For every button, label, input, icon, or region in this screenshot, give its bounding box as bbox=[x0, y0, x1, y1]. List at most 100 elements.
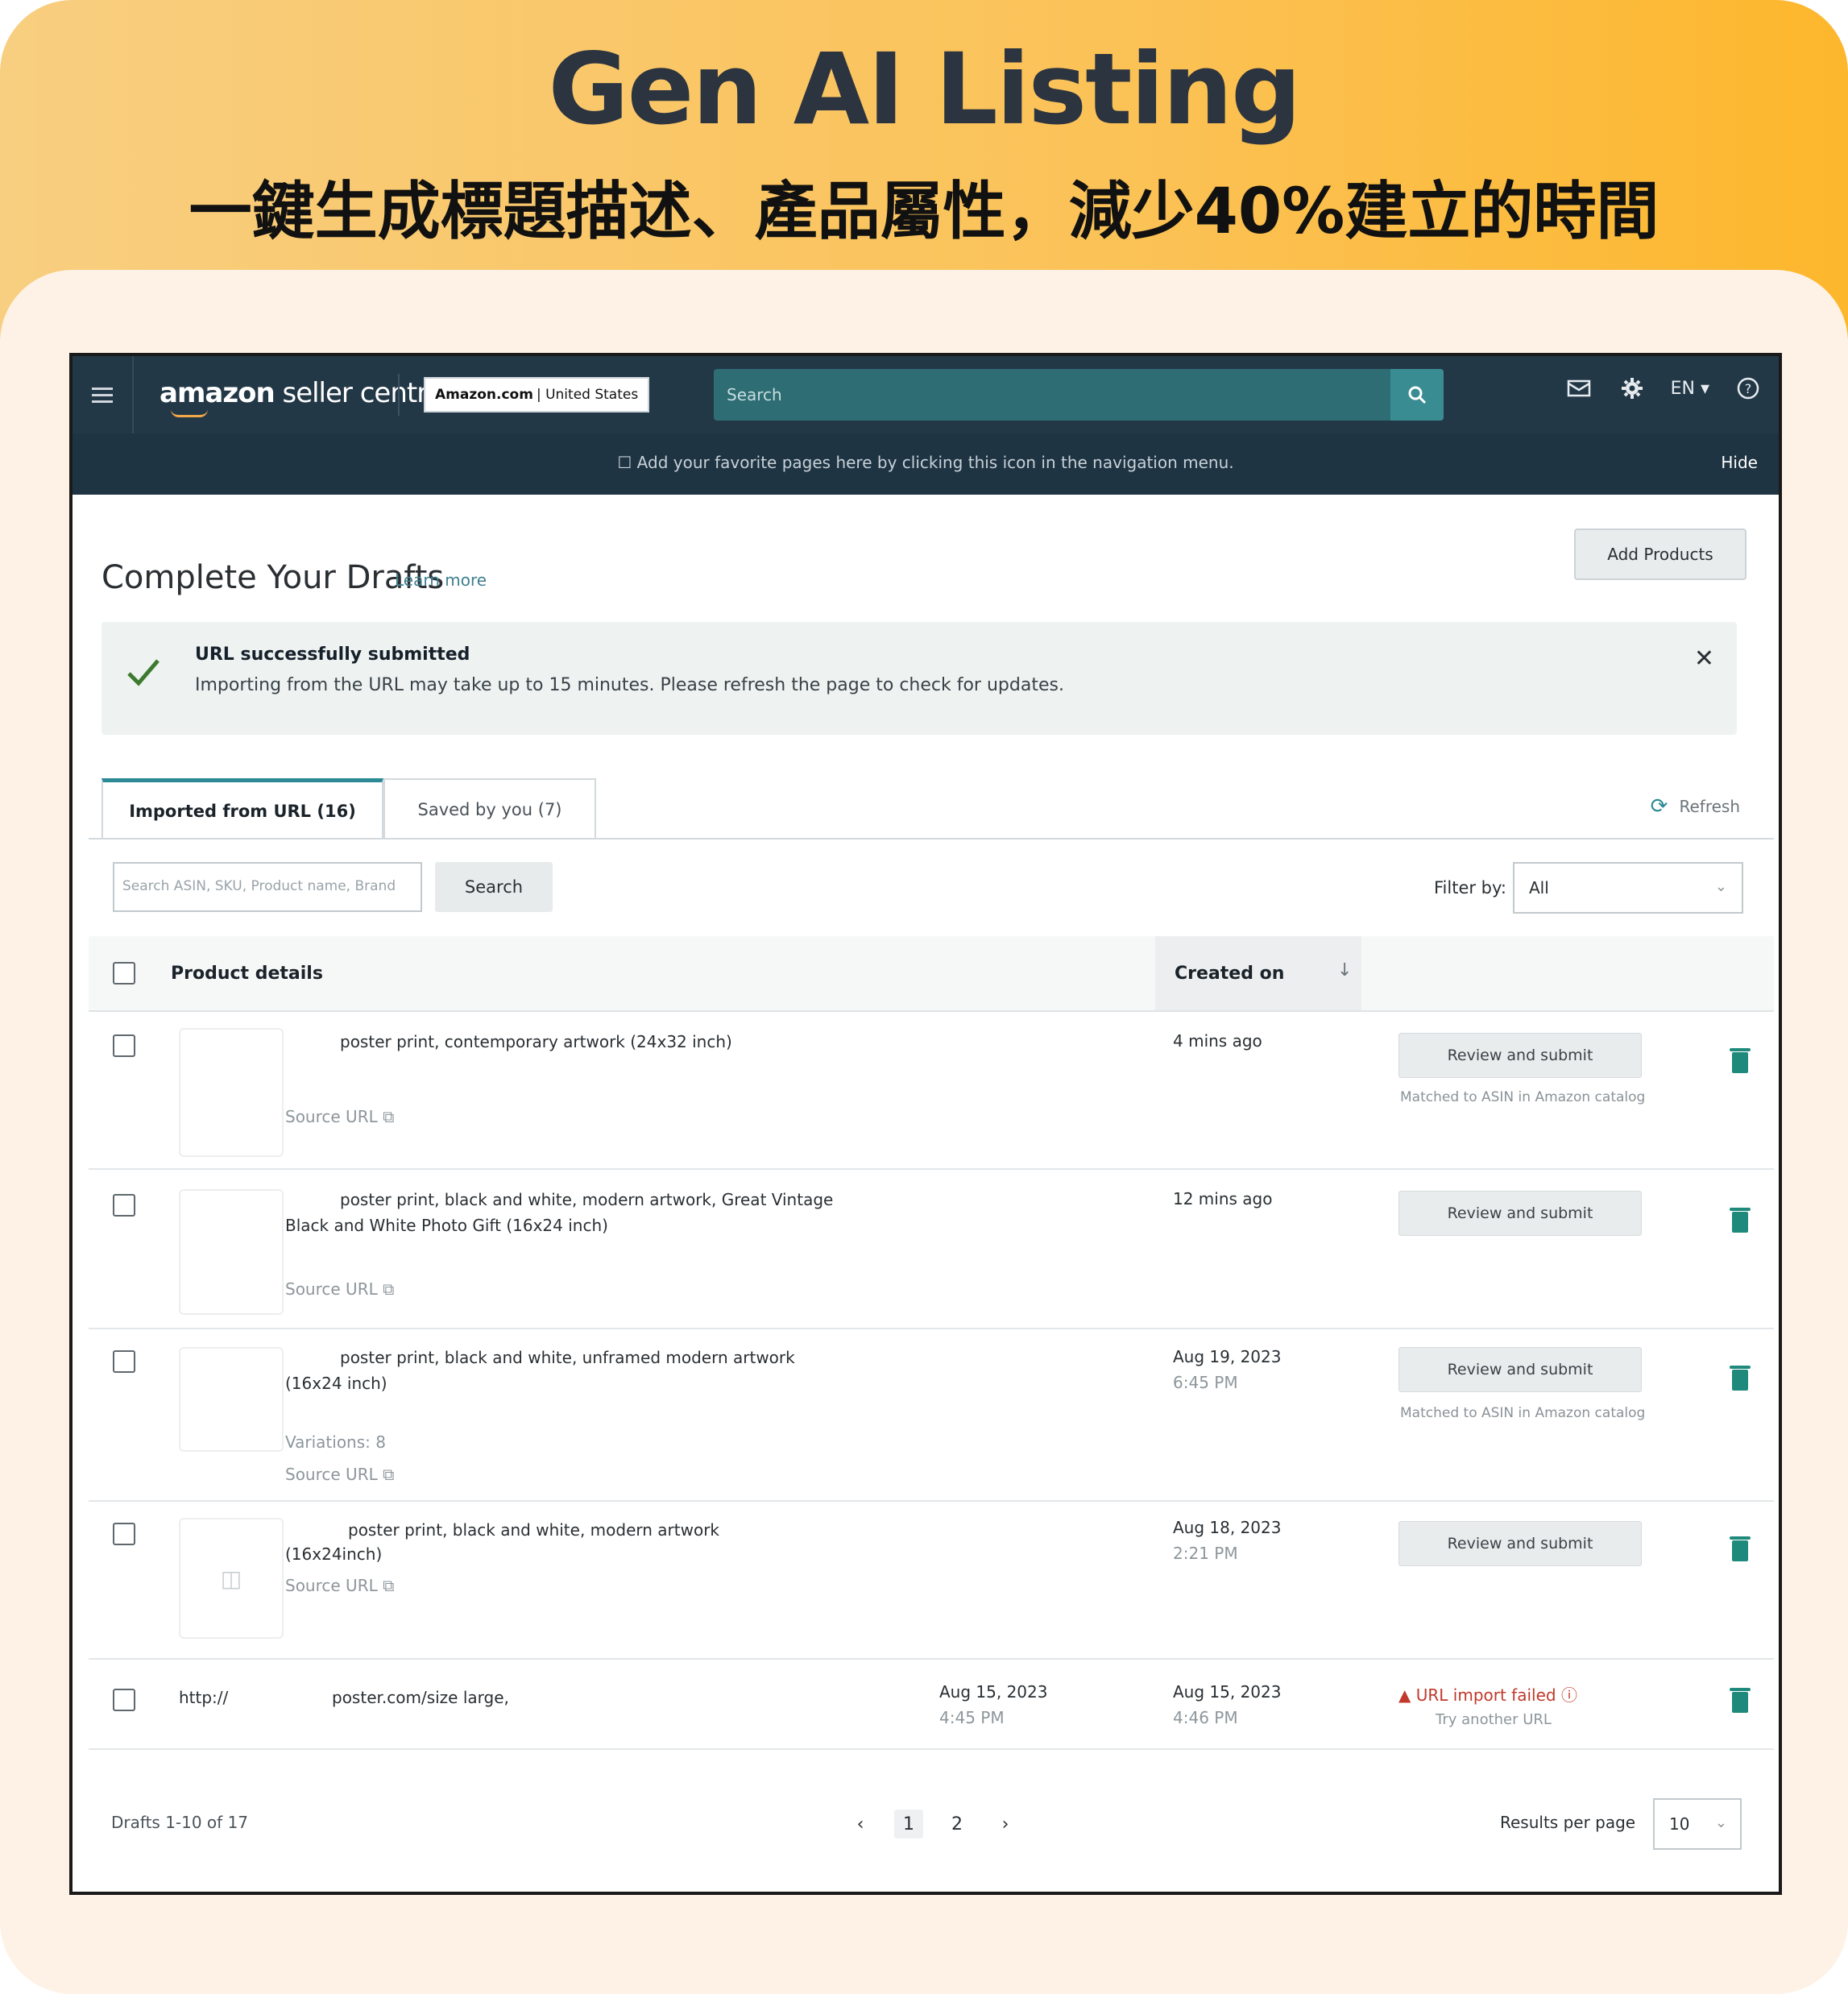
created-date: Aug 15, 2023 4:46 PM bbox=[1173, 1679, 1281, 1731]
try-another-url-link[interactable]: Try another URL bbox=[1436, 1711, 1552, 1728]
review-and-submit-button[interactable]: Review and submit bbox=[1398, 1191, 1642, 1236]
marketplace-switcher[interactable]: Amazon.com | United States bbox=[424, 377, 649, 412]
trash-icon[interactable] bbox=[1730, 1536, 1751, 1561]
refresh-label: Refresh bbox=[1679, 797, 1740, 816]
results-per-page-select[interactable]: 10 ⌄ bbox=[1653, 1798, 1742, 1850]
row-checkbox[interactable] bbox=[113, 1194, 135, 1217]
product-name-cont[interactable]: (16x24inch) bbox=[285, 1540, 382, 1568]
trash-icon[interactable] bbox=[1730, 1208, 1751, 1233]
product-name[interactable]: poster print, black and white, unframed … bbox=[340, 1344, 795, 1371]
col-product-details: Product details bbox=[171, 964, 323, 984]
hide-favorites-link[interactable]: Hide bbox=[1721, 453, 1758, 472]
add-products-button[interactable]: Add Products bbox=[1574, 529, 1746, 580]
sort-down-icon[interactable]: ↓ bbox=[1337, 960, 1352, 980]
trash-icon[interactable] bbox=[1730, 1366, 1751, 1391]
promo-subline: 一鍵生成標題描述、產品屬性，減少40%建立的時間 bbox=[189, 176, 1659, 248]
created-date-day: Aug 18, 2023 bbox=[1173, 1518, 1282, 1537]
table-row: poster print, black and white, unframed … bbox=[89, 1329, 1774, 1502]
page-title: Complete Your Drafts bbox=[102, 559, 445, 596]
menu-icon[interactable] bbox=[73, 356, 134, 433]
row-checkbox[interactable] bbox=[113, 1689, 135, 1711]
review-and-submit-button[interactable]: Review and submit bbox=[1398, 1033, 1642, 1078]
created-date: 4 mins ago bbox=[1173, 1031, 1262, 1051]
source-url-start[interactable]: http:// bbox=[179, 1684, 228, 1711]
table-row: poster print, black and white, modern ar… bbox=[89, 1170, 1774, 1329]
import-failed-label: URL import failed ⓘ bbox=[1415, 1685, 1577, 1705]
source-url-link[interactable]: Source URL ⧉ bbox=[285, 1576, 394, 1595]
table-header: Product details Created on ↓ bbox=[89, 936, 1774, 1012]
close-icon[interactable]: ✕ bbox=[1694, 645, 1714, 673]
svg-text:?: ? bbox=[1745, 381, 1752, 396]
product-name[interactable]: poster print, black and white, modern ar… bbox=[340, 1186, 833, 1213]
marketplace-region: | United States bbox=[536, 387, 639, 403]
product-thumbnail[interactable] bbox=[179, 1347, 284, 1452]
warning-icon: ▲ bbox=[1398, 1685, 1416, 1705]
submitted-date-day: Aug 15, 2023 bbox=[939, 1682, 1048, 1702]
select-all-checkbox[interactable] bbox=[113, 962, 135, 985]
submitted-date-time: 4:45 PM bbox=[939, 1708, 1005, 1727]
gear-icon[interactable] bbox=[1618, 374, 1647, 403]
row-checkbox[interactable] bbox=[113, 1034, 135, 1057]
product-name[interactable]: poster print, contemporary artwork (24x3… bbox=[340, 1028, 732, 1055]
review-and-submit-button[interactable]: Review and submit bbox=[1398, 1521, 1642, 1566]
draft-search-button[interactable]: Search bbox=[435, 862, 553, 912]
source-url-link[interactable]: Source URL ⧉ bbox=[285, 1107, 394, 1126]
mail-icon[interactable] bbox=[1564, 374, 1593, 403]
variations-count: Variations: 8 bbox=[285, 1432, 386, 1452]
tab-saved-by-you[interactable]: Saved by you (7) bbox=[383, 778, 596, 839]
promo-headline: Gen AI Listing bbox=[548, 32, 1302, 147]
global-search[interactable]: Search bbox=[714, 369, 1444, 421]
smile-icon bbox=[171, 409, 208, 417]
brand-logo[interactable]: amazon seller central bbox=[160, 377, 450, 417]
drafts-count: Drafts 1-10 of 17 bbox=[111, 1813, 249, 1832]
matched-asin-note: Matched to ASIN in Amazon catalog bbox=[1400, 1405, 1646, 1421]
product-thumbnail[interactable] bbox=[179, 1028, 284, 1157]
source-url-link[interactable]: Source URL ⧉ bbox=[285, 1279, 394, 1299]
row-checkbox[interactable] bbox=[113, 1523, 135, 1545]
chevron-down-icon: ⌄ bbox=[1714, 878, 1727, 895]
tab-imported-from-url[interactable]: Imported from URL (16) bbox=[102, 778, 383, 839]
help-icon[interactable]: ? bbox=[1734, 374, 1763, 403]
col-created-on[interactable]: Created on bbox=[1175, 964, 1284, 984]
page-1[interactable]: 1 bbox=[894, 1810, 923, 1839]
alert-title: URL successfully submitted bbox=[195, 645, 470, 665]
product-name[interactable]: poster print, black and white, modern ar… bbox=[348, 1516, 719, 1544]
table-row: ◫ poster print, black and white, modern … bbox=[89, 1502, 1774, 1660]
page-2[interactable]: 2 bbox=[943, 1810, 972, 1839]
created-date-time: 6:45 PM bbox=[1173, 1373, 1238, 1392]
promo-card: Gen AI Listing 一鍵生成標題描述、產品屬性，減少40%建立的時間 … bbox=[0, 0, 1848, 1994]
source-url-link[interactable]: Source URL ⧉ bbox=[285, 1465, 394, 1484]
refresh-button[interactable]: ⟳ Refresh bbox=[1651, 794, 1740, 819]
search-icon[interactable] bbox=[1390, 369, 1444, 421]
product-name-cont[interactable]: Black and White Photo Gift (16x24 inch) bbox=[285, 1212, 608, 1239]
filter-select[interactable]: All ⌄ bbox=[1513, 862, 1743, 914]
prev-page-icon[interactable]: ‹ bbox=[846, 1810, 875, 1839]
created-date-time: 2:21 PM bbox=[1173, 1544, 1238, 1563]
review-and-submit-button[interactable]: Review and submit bbox=[1398, 1347, 1642, 1392]
top-nav: amazon seller central Amazon.com | Unite… bbox=[73, 356, 1779, 433]
product-thumbnail[interactable]: ◫ bbox=[179, 1518, 284, 1639]
filter-value: All bbox=[1529, 878, 1549, 898]
next-page-icon[interactable]: › bbox=[991, 1810, 1020, 1839]
check-icon bbox=[127, 659, 160, 686]
row-checkbox[interactable] bbox=[113, 1350, 135, 1373]
camera-icon: ◫ bbox=[220, 1565, 242, 1592]
language-selector[interactable]: EN ▾ bbox=[1671, 379, 1709, 399]
source-url-end[interactable]: poster.com/size large, bbox=[332, 1684, 509, 1711]
trash-icon[interactable] bbox=[1730, 1048, 1751, 1073]
draft-search-input[interactable]: Search ASIN, SKU, Product name, Brand bbox=[113, 862, 422, 912]
chevron-down-icon: ⌄ bbox=[1714, 1814, 1727, 1831]
product-name-cont[interactable]: (16x24 inch) bbox=[285, 1370, 387, 1397]
seller-central-screenshot: amazon seller central Amazon.com | Unite… bbox=[69, 353, 1782, 1895]
tab-divider bbox=[89, 838, 1774, 839]
brand-name: amazon bbox=[160, 377, 276, 409]
filter-label: Filter by: bbox=[1434, 878, 1506, 898]
learn-more-link[interactable]: Learn more bbox=[395, 570, 487, 590]
created-date: Aug 19, 2023 6:45 PM bbox=[1173, 1344, 1281, 1395]
trash-icon[interactable] bbox=[1730, 1688, 1751, 1713]
submitted-date: Aug 15, 2023 4:45 PM bbox=[939, 1679, 1047, 1731]
product-thumbnail[interactable] bbox=[179, 1189, 284, 1315]
created-date: Aug 18, 2023 2:21 PM bbox=[1173, 1515, 1281, 1566]
favorites-bar: ☐ Add your favorite pages here by clicki… bbox=[73, 433, 1779, 495]
created-date-day: Aug 19, 2023 bbox=[1173, 1347, 1282, 1366]
